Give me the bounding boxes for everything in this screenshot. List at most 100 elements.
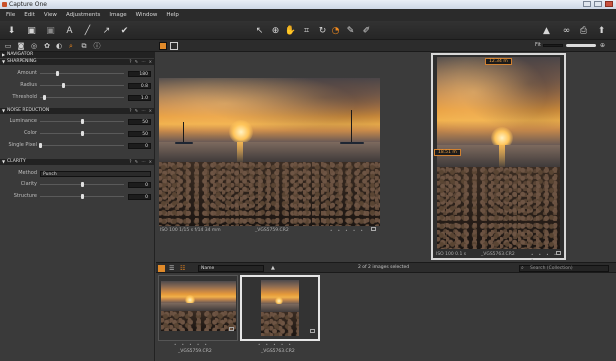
rotate-icon[interactable]: ↻ [317, 25, 328, 36]
import-icon[interactable]: ⬇ [6, 25, 17, 36]
viewer-image-right-frame[interactable]: 12.34 m 18.51 m ISO 100 0.1 s _VGS5763.C… [431, 53, 566, 262]
pen-icon[interactable]: ✔ [119, 25, 130, 36]
slider-handle[interactable] [39, 143, 42, 148]
slider-handle[interactable] [81, 119, 84, 124]
zoom-dropdown[interactable] [543, 44, 563, 47]
slider-handle[interactable] [81, 182, 84, 187]
slider-track[interactable] [40, 85, 124, 86]
sharpening-header[interactable]: ▼ SHARPENING ? ✎ ⋯ × [0, 59, 155, 65]
thumbnail-rating[interactable]: • • • • • [258, 342, 293, 347]
slider-value-field[interactable]: 50 [128, 131, 151, 137]
menu-help[interactable]: Help [166, 12, 179, 18]
pan-icon[interactable]: ⊕ [270, 25, 281, 36]
thumbnail-cell-selected[interactable] [240, 275, 320, 341]
arrow-icon[interactable]: ↗ [101, 25, 112, 36]
crop-icon[interactable]: ⌗ [301, 25, 312, 36]
export-icon[interactable]: ⬆ [596, 25, 607, 36]
viewer-area: ISO 100 1/15 s f/14 34 mm _VGS5759.CR2 •… [156, 52, 616, 262]
menu-file[interactable]: File [6, 12, 15, 18]
zoom-slider[interactable] [566, 44, 596, 47]
slider-track[interactable] [40, 97, 124, 98]
capture-one-window: Capture One File Edit View Adjustments I… [0, 0, 616, 361]
navigator-header[interactable]: ▶ NAVIGATOR [0, 52, 155, 58]
slider-handle[interactable] [56, 71, 59, 76]
menu-window[interactable]: Window [136, 12, 158, 18]
filmstrip-view-icon[interactable]: ☷ [180, 265, 185, 272]
warning-icon[interactable]: ▲ [541, 25, 552, 36]
hand-icon[interactable]: ✋ [285, 25, 296, 36]
glasses-icon[interactable]: ∞ [561, 25, 572, 36]
noise-reduction-header[interactable]: ▼ NOISE REDUCTION ? ✎ ⋯ × [0, 108, 155, 114]
collapse-arrow-icon: ▶ [2, 52, 6, 57]
menu-image[interactable]: Image [109, 12, 126, 18]
brush-icon[interactable]: ╱ [82, 25, 93, 36]
slider-handle[interactable] [43, 95, 46, 100]
slider-handle[interactable] [81, 194, 84, 199]
search-input[interactable]: Search (Collection) [519, 265, 609, 272]
slider-label: Radius [20, 82, 37, 88]
main-toolbar: ⬇ ▣ ▣ A ╱ ↗ ✔ ↖ ⊕ ✋ ⌗ ↻ ◔ ✎ ✐ ▲ ∞ ⎙ ⬆ [0, 21, 616, 40]
window-title: Capture One [9, 1, 47, 8]
details-tab-icon[interactable]: ⌕ [67, 42, 75, 50]
search-icon: ⌕ [521, 265, 524, 271]
color-tab-icon[interactable]: ✿ [43, 42, 51, 50]
library-tab-icon[interactable]: ▭ [4, 42, 12, 50]
picker-icon[interactable]: ✎ [345, 25, 356, 36]
pointer-icon[interactable]: ↖ [254, 25, 265, 36]
multi-view-icon[interactable] [159, 42, 167, 50]
slider-label: Single Pixel [8, 142, 37, 148]
menu-edit[interactable]: Edit [24, 12, 35, 18]
list-view-icon[interactable]: ☰ [169, 265, 174, 272]
menu-bar: File Edit View Adjustments Image Window … [0, 9, 616, 21]
camera-icon[interactable]: ▣ [26, 25, 37, 36]
slider-track[interactable] [40, 145, 124, 146]
maximize-button[interactable] [594, 1, 602, 7]
camera-grey-icon[interactable]: ▣ [45, 25, 56, 36]
exposure-tab-icon[interactable]: ◐ [55, 42, 63, 50]
viewer-image-left[interactable] [159, 78, 380, 226]
print-icon[interactable]: ⎙ [578, 25, 589, 36]
slider-value-field[interactable]: 0.8 [128, 83, 151, 89]
slider-label: Color [23, 130, 37, 136]
grid-view-icon[interactable] [158, 265, 165, 272]
thumbnail-cell[interactable] [158, 275, 238, 341]
slider-value-field[interactable]: 0 [128, 182, 151, 188]
menu-adjustments[interactable]: Adjustments [66, 12, 100, 18]
output-tab-icon[interactable]: ⓘ [93, 42, 101, 50]
left-image-rating[interactable]: • • • • • [330, 228, 365, 233]
single-view-icon[interactable] [170, 42, 178, 50]
slider-handle[interactable] [62, 83, 65, 88]
zoom-in-icon[interactable]: ⊕ [600, 42, 605, 49]
sort-direction-icon[interactable]: ▲ [271, 265, 275, 271]
slider-value-field[interactable]: 1.0 [128, 95, 151, 101]
slider-value-field[interactable]: 0 [128, 143, 151, 149]
slider-row: Clarity 0 [0, 180, 155, 189]
thumbnail-rating[interactable]: • • • • • [174, 342, 209, 347]
healing-icon[interactable]: ✐ [361, 25, 372, 36]
thumbnail-image[interactable] [161, 281, 236, 331]
clarity-header[interactable]: ▼ CLARITY ? ✎ ⋯ × [0, 159, 155, 165]
slider-row: Threshold 1.0 [0, 93, 155, 102]
thumbnail-image[interactable] [261, 280, 299, 336]
slider-value-field[interactable]: 0 [128, 194, 151, 200]
minimize-button[interactable] [583, 1, 591, 7]
window-controls [583, 1, 613, 7]
capture-tab-icon[interactable]: ◙ [17, 42, 25, 50]
section-actions-icon[interactable]: ? ✎ ⋯ × [129, 159, 153, 165]
section-actions-icon[interactable]: ? ✎ ⋯ × [129, 59, 153, 65]
lens-tab-icon[interactable]: ◎ [30, 42, 38, 50]
section-actions-icon[interactable]: ? ✎ ⋯ × [129, 108, 153, 114]
straighten-icon[interactable]: ◔ [330, 25, 341, 36]
menu-view[interactable]: View [44, 12, 57, 18]
method-label: Method [18, 170, 37, 176]
sort-select[interactable]: Name [198, 265, 264, 272]
text-icon[interactable]: A [64, 25, 75, 36]
local-tab-icon[interactable]: ⧉ [80, 42, 88, 50]
slider-handle[interactable] [81, 131, 84, 136]
slider-value-field[interactable]: 50 [128, 119, 151, 125]
method-select[interactable]: Punch [40, 171, 151, 177]
slider-value-field[interactable]: 180 [128, 71, 151, 77]
right-image-exif: ISO 100 0.1 s [436, 252, 467, 257]
slider-track[interactable] [40, 73, 124, 74]
close-button[interactable] [605, 1, 613, 7]
